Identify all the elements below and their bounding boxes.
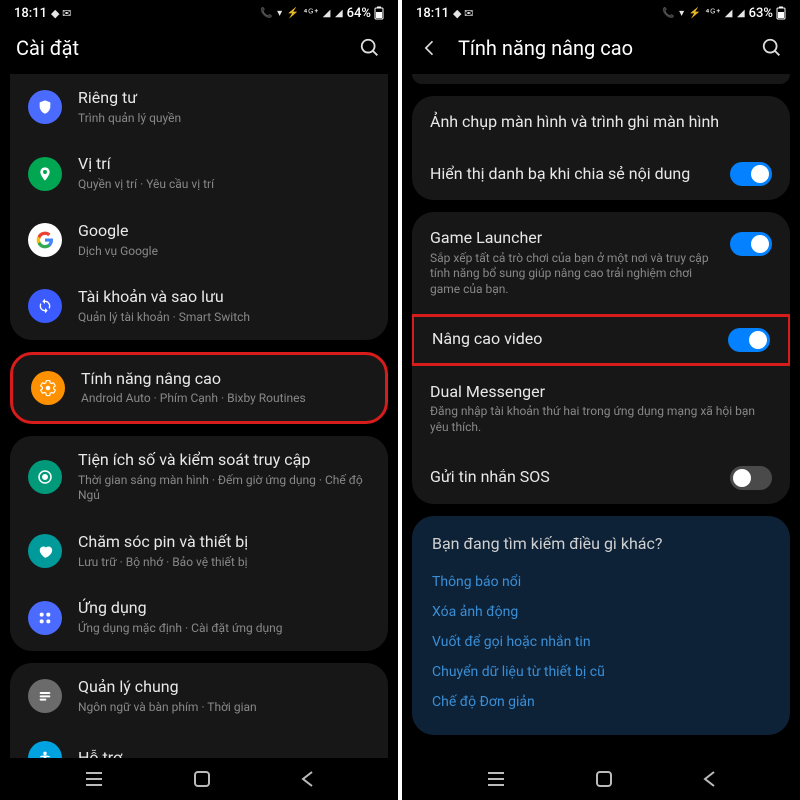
wellbeing-icon	[28, 460, 62, 494]
suggest-link[interactable]: Chuyển dữ liệu từ thiết bị cũ	[432, 657, 770, 687]
nav-home[interactable]	[595, 770, 613, 788]
settings-row-accessibility[interactable]: Hỗ trợ	[10, 729, 388, 758]
header: Cài đặt	[0, 26, 398, 74]
settings-group: Tiện ích số và kiểm soát truy cậpThời gi…	[10, 436, 388, 651]
battery-icon	[28, 534, 62, 568]
group-sliver	[412, 74, 790, 84]
search-button[interactable]	[760, 36, 784, 60]
page-title: Cài đặt	[16, 36, 358, 60]
notif-icons: ◆ ✉	[453, 7, 473, 20]
nav-recents[interactable]	[84, 771, 104, 787]
toggle-game-launcher[interactable]	[730, 232, 772, 256]
row-sos[interactable]: Gửi tin nhắn SOS	[412, 452, 790, 504]
apps-icon	[28, 601, 62, 635]
nav-bar	[0, 758, 398, 800]
signal-icons: 📞 ▾ ⚡ ⁴ᴳ⁺ ◢ ◢	[662, 8, 745, 19]
settings-group: Quản lý chungNgôn ngữ và bàn phím · Thời…	[10, 663, 388, 758]
battery-text: 63%	[749, 6, 773, 21]
suggest-link[interactable]: Xóa ảnh động	[432, 597, 770, 627]
nav-back[interactable]	[702, 770, 716, 788]
nav-recents[interactable]	[486, 771, 506, 787]
phone-left: 18:11 ◆ ✉ 📞 ▾ ⚡ ⁴ᴳ⁺ ◢ ◢ 64% Cài đặt Riên…	[0, 0, 398, 800]
shield-icon	[28, 90, 62, 124]
suggestions-card: Bạn đang tìm kiếm điều gì khác? Thông bá…	[412, 516, 790, 735]
settings-row-devicecare[interactable]: Chăm sóc pin và thiết bịLưu trữ · Bộ nhớ…	[10, 518, 388, 584]
nav-back[interactable]	[300, 770, 314, 788]
nav-home[interactable]	[193, 770, 211, 788]
nav-bar	[402, 758, 800, 800]
row-video-enhancer[interactable]: Nâng cao video	[412, 314, 790, 366]
battery-text: 64%	[347, 6, 371, 21]
suggest-link[interactable]: Vuốt để gọi hoặc nhắn tin	[432, 627, 770, 657]
settings-group: Game LauncherSắp xếp tất cả trò chơi của…	[412, 212, 790, 504]
battery-icon	[374, 6, 384, 20]
search-button[interactable]	[358, 36, 382, 60]
toggle-show-contacts[interactable]	[730, 162, 772, 186]
settings-scroll[interactable]: Riêng tưTrình quản lý quyền Vị tríQuyền …	[0, 74, 398, 758]
battery-icon	[776, 6, 786, 20]
settings-group: Riêng tưTrình quản lý quyền Vị tríQuyền …	[10, 74, 388, 340]
general-icon	[28, 679, 62, 713]
status-bar: 18:11 ◆ ✉ 📞 ▾ ⚡ ⁴ᴳ⁺ ◢ ◢ 64%	[0, 0, 398, 26]
row-dual-messenger[interactable]: Dual MessengerĐăng nhập tài khoản thứ ha…	[412, 366, 790, 452]
settings-row-location[interactable]: Vị tríQuyền vị trí · Yêu cầu vị trí	[10, 140, 388, 206]
accessibility-icon	[28, 741, 62, 758]
gear-plus-icon	[31, 371, 65, 405]
settings-row-advanced[interactable]: Tính năng nâng caoAndroid Auto · Phím Cạ…	[13, 355, 385, 421]
settings-row-wellbeing[interactable]: Tiện ích số và kiểm soát truy cậpThời gi…	[10, 436, 388, 518]
settings-row-privacy[interactable]: Riêng tưTrình quản lý quyền	[10, 74, 388, 140]
settings-row-google[interactable]: GoogleDịch vụ Google	[10, 207, 388, 273]
clock: 18:11	[416, 6, 449, 21]
settings-row-accounts[interactable]: Tài khoản và sao lưuQuản lý tài khoản · …	[10, 273, 388, 339]
advanced-scroll[interactable]: Ảnh chụp màn hình và trình ghi màn hình …	[402, 74, 800, 758]
settings-row-apps[interactable]: Ứng dụngỨng dụng mặc định · Cài đặt ứng …	[10, 584, 388, 650]
suggest-link[interactable]: Chế độ Đơn giản	[432, 687, 770, 717]
notif-icons: ◆ ✉	[51, 7, 71, 20]
suggestions-title: Bạn đang tìm kiếm điều gì khác?	[432, 534, 770, 553]
back-button[interactable]	[418, 36, 442, 60]
toggle-video-enhancer[interactable]	[728, 328, 770, 352]
row-screenshots[interactable]: Ảnh chụp màn hình và trình ghi màn hình	[412, 96, 790, 148]
phone-right: 18:11 ◆ ✉ 📞 ▾ ⚡ ⁴ᴳ⁺ ◢ ◢ 63% Tính năng nâ…	[402, 0, 800, 800]
status-bar: 18:11 ◆ ✉ 📞 ▾ ⚡ ⁴ᴳ⁺ ◢ ◢ 63%	[402, 0, 800, 26]
google-icon	[28, 223, 62, 257]
header: Tính năng nâng cao	[402, 26, 800, 74]
pin-icon	[28, 157, 62, 191]
suggest-link[interactable]: Thông báo nổi	[432, 567, 770, 597]
sync-icon	[28, 289, 62, 323]
page-title: Tính năng nâng cao	[458, 36, 760, 60]
toggle-sos[interactable]	[730, 466, 772, 490]
row-game-launcher[interactable]: Game LauncherSắp xếp tất cả trò chơi của…	[412, 212, 790, 314]
clock: 18:11	[14, 6, 47, 21]
settings-group: Ảnh chụp màn hình và trình ghi màn hình …	[412, 96, 790, 200]
settings-group-advanced: Tính năng nâng caoAndroid Auto · Phím Cạ…	[10, 352, 388, 424]
row-show-contacts[interactable]: Hiển thị danh bạ khi chia sẻ nội dung	[412, 148, 790, 200]
settings-row-general[interactable]: Quản lý chungNgôn ngữ và bàn phím · Thời…	[10, 663, 388, 729]
signal-icons: 📞 ▾ ⚡ ⁴ᴳ⁺ ◢ ◢	[260, 8, 343, 19]
